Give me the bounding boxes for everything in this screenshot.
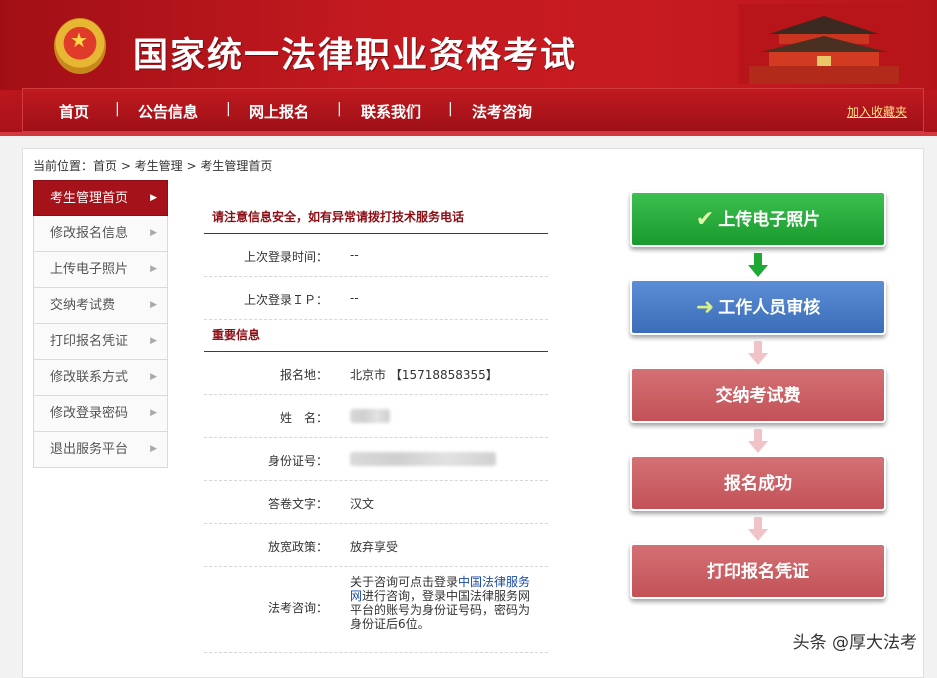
site-title: 国家统一法律职业资格考试 xyxy=(133,36,578,76)
triangle-right-icon: ▶ xyxy=(150,372,157,382)
sidebar-item-label: 打印报名凭证 xyxy=(50,334,129,349)
exam-consult-text: 关于咨询可点击登录中国法律服务网进行咨询，登录中国法律服务网平台的账号为身份证号… xyxy=(350,575,534,631)
nav-exam-consult[interactable]: 法考咨询 xyxy=(472,101,532,122)
flow-step-pay-fee[interactable]: 交纳考试费 xyxy=(630,367,886,423)
answer-language-label: 答卷文字： xyxy=(267,497,328,511)
check-icon: ✔ xyxy=(695,207,715,232)
exam-consult-row: 法考咨询： 关于咨询可点击登录中国法律服务网进行咨询，登录中国法律服务网平台的账… xyxy=(204,567,548,653)
triangle-right-icon: ▶ xyxy=(150,408,157,418)
sidebar-item-label: 交纳考试费 xyxy=(50,298,116,313)
last-login-ip-row: 上次登录ＩＰ： -- xyxy=(204,277,548,320)
triangle-right-icon: ▶ xyxy=(150,264,157,274)
flow-step-registration-success[interactable]: 报名成功 xyxy=(630,455,886,511)
sidebar: 考生管理首页 ▶ 修改报名信息 ▶ 上传电子照片 ▶ 交纳考试费 ▶ 打印报名凭… xyxy=(33,180,168,468)
main-content: 当前位置：首页 > 考生管理 > 考生管理首页 考生管理首页 ▶ 修改报名信息 … xyxy=(22,148,924,678)
relaxed-policy-row: 放宽政策： 放弃享受 xyxy=(204,524,548,567)
sidebar-item-change-password[interactable]: 修改登录密码 ▶ xyxy=(33,396,168,432)
flow-step-label: 交纳考试费 xyxy=(715,386,801,406)
reg-place-row: 报名地： 北京市 【15718858355】 xyxy=(204,352,548,395)
flow-step-label: 打印报名凭证 xyxy=(707,562,809,582)
header-divider xyxy=(0,132,937,136)
last-login-time-value: -- xyxy=(350,248,359,262)
sidebar-item-edit-contact[interactable]: 修改联系方式 ▶ xyxy=(33,360,168,396)
flow-step-label: 工作人员审核 xyxy=(718,298,821,318)
nav-home[interactable]: 首页 xyxy=(59,101,89,122)
important-info-title: 重要信息 xyxy=(204,320,548,352)
sidebar-item-label: 修改登录密码 xyxy=(50,406,129,421)
triangle-right-icon: ▶ xyxy=(150,444,157,454)
nav-online-registration[interactable]: 网上报名 xyxy=(249,101,309,122)
sidebar-item-print-voucher[interactable]: 打印报名凭证 ▶ xyxy=(33,324,168,360)
reg-place-label: 报名地： xyxy=(279,368,328,382)
consult-text-post: 进行咨询，登录中国法律服务网平台的账号为身份证号码，密码为身份证后6位。 xyxy=(350,589,531,631)
name-row: 姓 名： xyxy=(204,395,548,438)
reg-place-value: 北京市 【15718858355】 xyxy=(350,368,498,382)
nav-separator: | xyxy=(337,101,342,117)
arrow-right-icon: ➜ xyxy=(695,295,715,320)
sidebar-item-label: 考生管理首页 xyxy=(50,191,129,206)
triangle-right-icon: ▶ xyxy=(150,228,157,238)
triangle-right-icon: ▶ xyxy=(150,300,157,310)
sidebar-item-pay-fee[interactable]: 交纳考试费 ▶ xyxy=(33,288,168,324)
id-number-row: 身份证号： xyxy=(204,438,548,481)
id-number-label: 身份证号： xyxy=(267,454,328,468)
candidate-info-panel: 请注意信息安全，如有异常请拨打技术服务电话 上次登录时间： -- 上次登录ＩＰ：… xyxy=(204,204,548,653)
flow-step-upload-photo[interactable]: ✔ 上传电子照片 xyxy=(630,191,886,247)
flow-step-print-voucher[interactable]: 打印报名凭证 xyxy=(630,543,886,599)
nav-separator: | xyxy=(226,101,231,117)
sidebar-item-label: 修改报名信息 xyxy=(50,226,129,241)
sidebar-item-label: 退出服务平台 xyxy=(50,442,129,457)
sidebar-item-candidate-home[interactable]: 考生管理首页 ▶ xyxy=(33,180,168,216)
site-header: 国家统一法律职业资格考试 首页 | 公告信息 | 网上报名 | 联系我们 | 法… xyxy=(0,0,937,136)
arrow-down-icon xyxy=(748,429,768,453)
security-notice: 请注意信息安全，如有异常请拨打技术服务电话 xyxy=(204,204,548,234)
nav-announcements[interactable]: 公告信息 xyxy=(138,101,198,122)
sidebar-item-upload-photo[interactable]: 上传电子照片 ▶ xyxy=(33,252,168,288)
id-number-value-redacted xyxy=(350,452,496,469)
name-label: 姓 名： xyxy=(279,411,328,425)
name-value-redacted xyxy=(350,409,390,426)
relaxed-policy-label: 放宽政策： xyxy=(267,540,328,554)
consult-text-pre: 关于咨询可点击登录 xyxy=(350,575,459,589)
flow-step-label: 报名成功 xyxy=(724,474,792,494)
sidebar-item-label: 修改联系方式 xyxy=(50,370,129,385)
arrow-down-icon xyxy=(748,341,768,365)
last-login-ip-label: 上次登录ＩＰ： xyxy=(243,293,328,307)
main-nav: 首页 | 公告信息 | 网上报名 | 联系我们 | 法考咨询 加入收藏夹 xyxy=(22,88,924,132)
watermark: 头条 @厚大法考 xyxy=(792,633,917,653)
national-emblem-icon xyxy=(54,18,106,74)
breadcrumb: 当前位置：首页 > 考生管理 > 考生管理首页 xyxy=(33,159,273,173)
sidebar-item-label: 上传电子照片 xyxy=(50,262,129,277)
sidebar-item-logout[interactable]: 退出服务平台 ▶ xyxy=(33,432,168,468)
nav-separator: | xyxy=(115,101,120,117)
last-login-time-row: 上次登录时间： -- xyxy=(204,234,548,277)
last-login-ip-value: -- xyxy=(350,291,359,305)
flow-step-label: 上传电子照片 xyxy=(718,210,821,230)
arrow-down-icon xyxy=(748,253,768,277)
answer-language-value: 汉文 xyxy=(350,497,375,511)
add-favorite-link[interactable]: 加入收藏夹 xyxy=(847,103,907,120)
nav-contact[interactable]: 联系我们 xyxy=(361,101,421,122)
arrow-down-icon xyxy=(748,517,768,541)
exam-consult-label: 法考咨询： xyxy=(267,601,328,615)
nav-separator: | xyxy=(448,101,453,117)
sidebar-item-edit-registration[interactable]: 修改报名信息 ▶ xyxy=(33,216,168,252)
triangle-right-icon: ▶ xyxy=(150,336,157,346)
last-login-time-label: 上次登录时间： xyxy=(243,250,328,264)
triangle-right-icon: ▶ xyxy=(150,193,157,203)
answer-language-row: 答卷文字： 汉文 xyxy=(204,481,548,524)
flow-step-staff-review[interactable]: ➜ 工作人员审核 xyxy=(630,279,886,335)
tiananmen-icon xyxy=(739,4,909,84)
relaxed-policy-value: 放弃享受 xyxy=(350,540,399,554)
